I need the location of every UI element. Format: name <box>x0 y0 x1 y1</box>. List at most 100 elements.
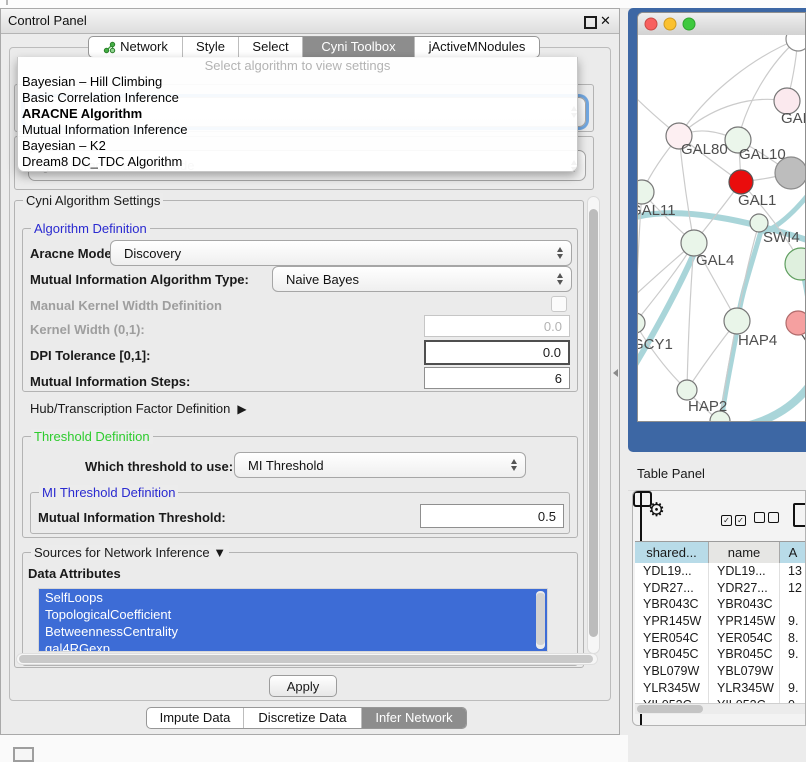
network-window-titlebar[interactable] <box>638 13 805 36</box>
column-header-shared-name[interactable]: shared... <box>635 542 709 564</box>
float-window-button[interactable] <box>584 16 597 29</box>
cell-name[interactable]: YBR043C <box>709 596 780 613</box>
cell-name[interactable]: YDL19... <box>709 563 780 580</box>
node-label-swi4: SWI4 <box>763 229 800 246</box>
document-export-icon[interactable] <box>793 503 806 527</box>
table-horizontal-scrollbar[interactable] <box>635 703 805 714</box>
tab-network-label: Network <box>120 37 168 57</box>
close-icon[interactable]: ✕ <box>600 13 611 29</box>
node-label-hap2: HAP2 <box>688 398 727 415</box>
node-label-gal11: GAL11 <box>638 202 676 219</box>
cell-shared[interactable]: YBR045C <box>635 646 709 663</box>
node-unlabeled-right[interactable] <box>785 248 805 280</box>
cell-extra[interactable]: 9. <box>780 613 806 630</box>
network-canvas[interactable]: GAL7 GAL80 GAL10 GAL1 GAL11 SWI4 GAL4 HA… <box>638 35 805 421</box>
cell-name[interactable]: YBR045C <box>709 646 780 663</box>
algorithm-option-bayesian-hill-climbing[interactable]: Bayesian – Hill Climbing <box>18 74 577 90</box>
node-unlabeled-top[interactable] <box>786 35 805 51</box>
clear-all-checks-icon[interactable] <box>754 511 779 526</box>
cell-extra[interactable]: 9. <box>780 646 806 663</box>
table-row[interactable]: YER054C YER054C 8. <box>635 630 806 647</box>
tab-discretize-data[interactable]: Discretize Data <box>244 708 362 728</box>
list-item-betweennesscentrality[interactable]: BetweennessCentrality <box>39 623 547 640</box>
list-item-gal4rgexp[interactable]: gal4RGexp <box>39 640 547 652</box>
list-scrollbar-thumb[interactable] <box>536 593 545 645</box>
table-row[interactable]: YBR043C YBR043C <box>635 596 806 613</box>
node-gcy1[interactable] <box>638 313 645 333</box>
collapse-arrow-icon[interactable]: ▼ <box>213 545 226 560</box>
apply-button[interactable]: Apply <box>269 675 337 697</box>
algorithm-option-dream8[interactable]: Dream8 DC_TDC Algorithm <box>18 154 577 170</box>
node-gal1[interactable] <box>729 170 753 194</box>
algorithm-option-basic-correlation[interactable]: Basic Correlation Inference <box>18 90 577 106</box>
cell-name[interactable]: YLR345W <box>709 680 780 697</box>
kernel-width-field[interactable]: 0.0 <box>424 315 570 337</box>
dpi-tolerance-field[interactable]: 0.0 <box>424 340 570 365</box>
mi-threshold-field[interactable]: 0.5 <box>420 504 564 528</box>
zoom-traffic-button[interactable] <box>683 18 695 30</box>
mi-steps-field[interactable]: 6 <box>424 367 570 389</box>
settings-vscroll-thumb[interactable] <box>589 209 598 637</box>
tab-jactivemnodules[interactable]: jActiveMNodules <box>415 37 539 57</box>
node-hap2[interactable] <box>677 380 697 400</box>
manual-kernel-checkbox[interactable] <box>551 296 567 312</box>
table-row[interactable]: YDL19... YDL19... 13 <box>635 563 806 580</box>
gear-icon[interactable]: ⚙ <box>648 499 665 522</box>
cell-extra[interactable]: 12 <box>780 580 806 597</box>
settings-horizontal-scrollbar[interactable] <box>16 653 598 665</box>
select-all-checks-icon[interactable]: ✓✓ <box>721 511 746 526</box>
column-header-name[interactable]: name <box>709 542 780 564</box>
table-row[interactable]: YDR27... YDR27... 12 <box>635 580 806 597</box>
table-row[interactable]: YLR345W YLR345W 9. <box>635 680 806 697</box>
tab-cyni-toolbox[interactable]: Cyni Toolbox <box>303 37 415 57</box>
collapsed-panel-grip[interactable] <box>13 747 34 762</box>
cell-extra[interactable] <box>780 596 806 613</box>
table-hscroll-thumb[interactable] <box>637 705 703 713</box>
cell-name[interactable]: YDR27... <box>709 580 780 597</box>
panel-splitter-handle[interactable] <box>613 369 618 377</box>
cell-name[interactable]: YER054C <box>709 630 780 647</box>
cell-shared[interactable]: YDR27... <box>635 580 709 597</box>
tab-impute-data[interactable]: Impute Data <box>147 708 244 728</box>
cell-shared[interactable]: YPR145W <box>635 613 709 630</box>
node-hap4[interactable] <box>724 308 750 334</box>
cell-name[interactable]: YPR145W <box>709 613 780 630</box>
cell-shared[interactable]: YER054C <box>635 630 709 647</box>
aracne-mode-combo[interactable]: Discovery <box>110 240 572 266</box>
table-row[interactable]: YBR045C YBR045C 9. <box>635 646 806 663</box>
cell-extra[interactable]: 13 <box>780 563 806 580</box>
tab-select[interactable]: Select <box>239 37 303 57</box>
cell-extra[interactable]: 9. <box>780 680 806 697</box>
tab-infer-network[interactable]: Infer Network <box>362 708 466 728</box>
which-threshold-combo[interactable]: MI Threshold <box>234 452 526 478</box>
tab-network[interactable]: Network <box>89 37 183 57</box>
cell-shared[interactable]: YDL19... <box>635 563 709 580</box>
cell-shared[interactable]: YBL079W <box>635 663 709 680</box>
list-item-selfloops[interactable]: SelfLoops <box>39 589 547 606</box>
settings-hscroll-thumb[interactable] <box>19 655 593 663</box>
cell-shared[interactable]: YBR043C <box>635 596 709 613</box>
minimize-traffic-button[interactable] <box>664 18 676 30</box>
algorithm-option-aracne[interactable]: ARACNE Algorithm <box>18 106 577 122</box>
data-attributes-label: Data Attributes <box>28 566 121 581</box>
list-scrollbar[interactable] <box>536 591 545 649</box>
algorithm-option-mutual-information[interactable]: Mutual Information Inference <box>18 122 577 138</box>
node-gal11[interactable] <box>638 180 654 204</box>
hub-factor-expander[interactable]: Hub/Transcription Factor Definition▶ <box>30 401 247 416</box>
list-item-topologicalcoefficient[interactable]: TopologicalCoefficient <box>39 606 547 623</box>
close-traffic-button[interactable] <box>645 18 657 30</box>
settings-vertical-scrollbar[interactable] <box>587 196 600 654</box>
bottom-strip <box>0 735 628 762</box>
table-row[interactable]: YPR145W YPR145W 9. <box>635 613 806 630</box>
cell-shared[interactable]: YLR345W <box>635 680 709 697</box>
cell-name[interactable]: YBL079W <box>709 663 780 680</box>
column-header-extra[interactable]: A <box>780 542 806 564</box>
algorithm-option-bayesian-k2[interactable]: Bayesian – K2 <box>18 138 577 154</box>
tab-style[interactable]: Style <box>183 37 239 57</box>
manual-kernel-label: Manual Kernel Width Definition <box>30 298 222 313</box>
mi-type-combo[interactable]: Naive Bayes <box>272 266 572 292</box>
table-row[interactable]: YBL079W YBL079W <box>635 663 806 680</box>
data-attributes-list: SelfLoops TopologicalCoefficient Between… <box>38 588 548 652</box>
cell-extra[interactable]: 8. <box>780 630 806 647</box>
cell-extra[interactable] <box>780 663 806 680</box>
